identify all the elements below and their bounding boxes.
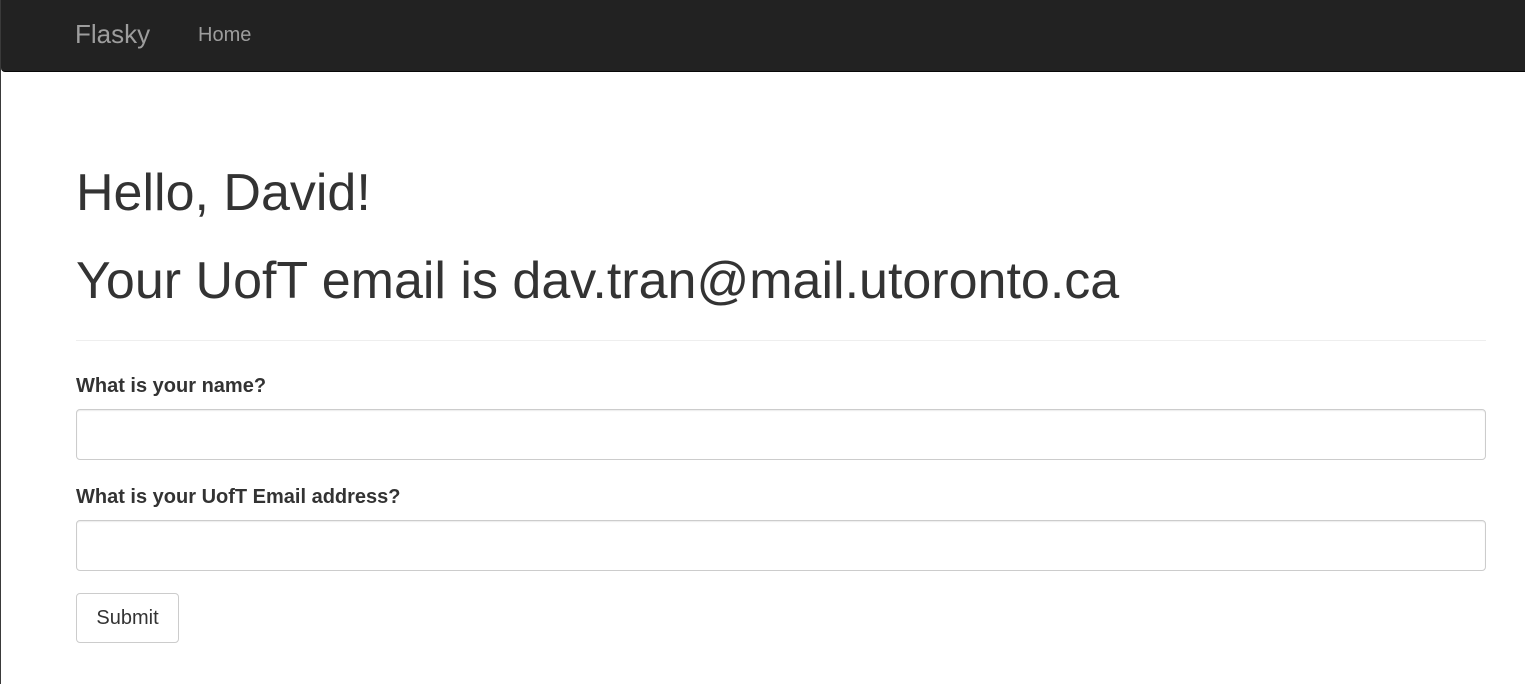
- brand-link[interactable]: Flasky: [75, 18, 150, 50]
- greeting-heading: Hello, David!: [76, 164, 371, 222]
- top-navbar: Flasky Home: [1, 0, 1525, 72]
- nav-link-home[interactable]: Home: [198, 23, 251, 47]
- browser-page: Flasky Home Hello, David! Your UofT emai…: [0, 0, 1525, 684]
- email-heading: Your UofT email is dav.tran@mail.utoront…: [76, 252, 1120, 310]
- submit-button[interactable]: Submit: [76, 593, 179, 643]
- email-label: What is your UofT Email address?: [76, 486, 401, 508]
- header-divider: [76, 340, 1486, 341]
- name-input[interactable]: [76, 409, 1486, 460]
- name-label: What is your name?: [76, 375, 267, 397]
- email-input[interactable]: [76, 520, 1486, 571]
